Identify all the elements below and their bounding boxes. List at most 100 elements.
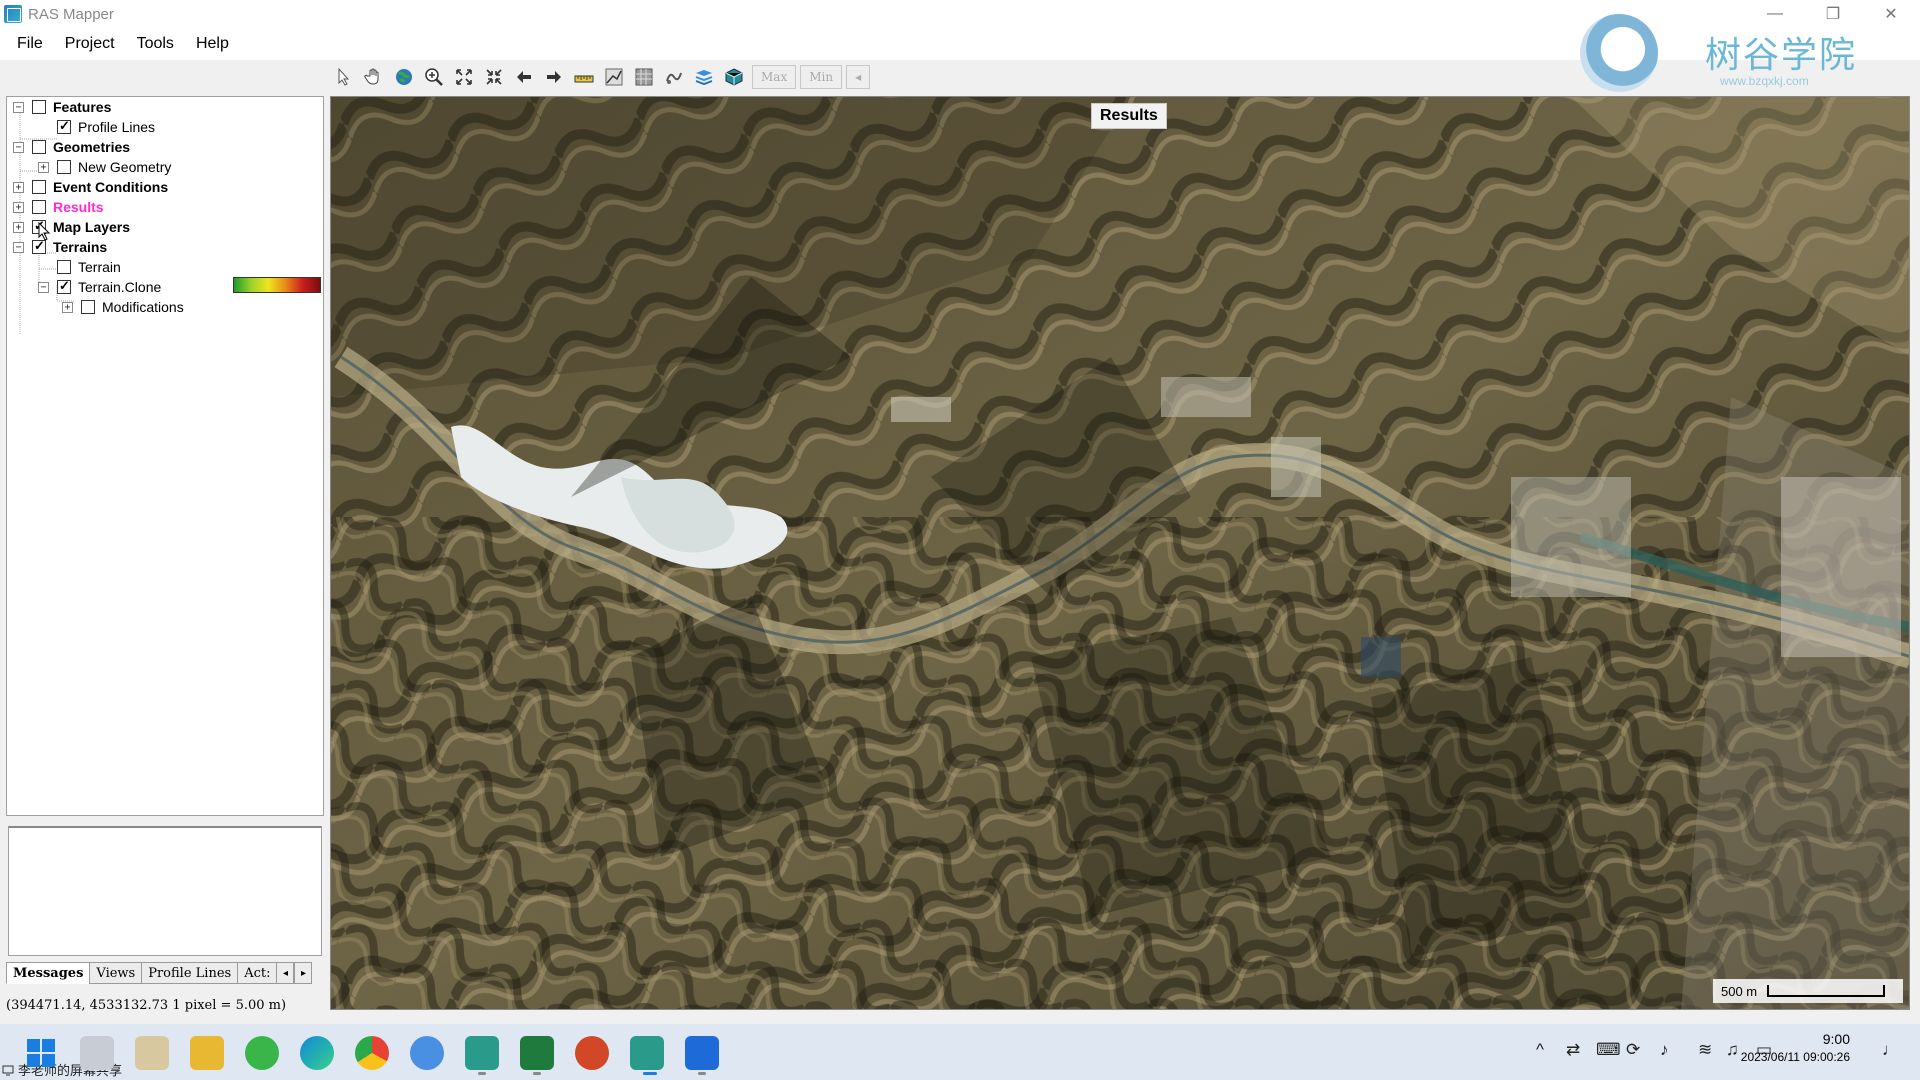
layer-row-terrains[interactable]: − Terrains: [13, 237, 107, 257]
ras-mapper-taskbar-icon[interactable]: [685, 1036, 719, 1070]
layer-checkbox-new-geometry[interactable]: [57, 160, 71, 174]
expand-toggle[interactable]: +: [62, 301, 73, 313]
hec-ras-2-icon[interactable]: [630, 1036, 664, 1070]
chrome-browser-icon[interactable]: [355, 1036, 389, 1070]
ras-mapper-app-icon: [4, 5, 22, 23]
tab-scroll-right-button[interactable]: ▸: [294, 962, 313, 984]
layer-label-terrain: Terrain: [78, 259, 121, 275]
layer-row-features[interactable]: − Features: [13, 97, 111, 117]
mouse-cursor-icon: [38, 222, 51, 241]
logo-globe-icon: [1580, 14, 1658, 92]
scale-label: 500 m: [1721, 983, 1758, 999]
tool-app-icon[interactable]: [135, 1036, 169, 1070]
tray-refresh-icon[interactable]: ⟳: [1626, 1040, 1640, 1060]
collapse-toggle[interactable]: −: [38, 281, 49, 293]
file-explorer-icon[interactable]: [190, 1036, 224, 1070]
layer-label-modifications: Modifications: [102, 299, 184, 315]
tab-messages[interactable]: Messages: [6, 962, 91, 984]
messages-output-box[interactable]: [8, 826, 322, 956]
layer-row-modifications[interactable]: + Modifications: [62, 297, 184, 317]
tab-profile-lines[interactable]: Profile Lines: [141, 962, 239, 984]
layer-label-terrain-clone: Terrain.Clone: [78, 279, 162, 295]
tray-mic-icon[interactable]: ♪: [1660, 1040, 1669, 1060]
globe-icon[interactable]: [390, 63, 418, 91]
full-extent-icon[interactable]: [480, 63, 508, 91]
menu-project[interactable]: Project: [54, 31, 126, 57]
menu-file[interactable]: File: [6, 31, 54, 57]
tray-overflow-icon[interactable]: ^: [1536, 1040, 1544, 1060]
layer-checkbox-geometries[interactable]: [32, 140, 46, 154]
task-view-icon[interactable]: [80, 1036, 114, 1070]
map-view[interactable]: Results 500 m: [330, 96, 1910, 1010]
profile-icon[interactable]: [600, 63, 628, 91]
zoom-extent-icon[interactable]: [450, 63, 478, 91]
powerpoint-icon[interactable]: [575, 1036, 609, 1070]
layer-checkbox-event-conditions[interactable]: [32, 180, 46, 194]
tab-views[interactable]: Views: [89, 962, 143, 984]
layer-checkbox-features[interactable]: [32, 100, 46, 114]
layer-checkbox-terrains[interactable]: [32, 238, 46, 254]
results-map-label: Results: [1091, 103, 1167, 129]
tab-scroll-left-button[interactable]: ◂: [276, 962, 295, 984]
layer-tree-panel: − Features Profile Lines − Geometries + …: [6, 96, 324, 816]
tab-act[interactable]: Act:: [237, 962, 278, 984]
max-button[interactable]: Max: [752, 65, 797, 89]
menu-tools[interactable]: Tools: [126, 31, 185, 57]
expand-toggle[interactable]: +: [13, 201, 24, 213]
layer-label-features: Features: [53, 99, 112, 115]
layer-row-geometries[interactable]: − Geometries: [13, 137, 130, 157]
expand-toggle[interactable]: +: [13, 181, 24, 193]
scale-bar-graphic: [1767, 985, 1886, 997]
3d-icon[interactable]: [720, 63, 748, 91]
tray-notification-icon[interactable]: ♩: [1882, 1040, 1899, 1060]
collapse-toggle[interactable]: −: [13, 101, 24, 113]
clock-date: 2023/06/11 09:00:26: [1740, 1050, 1850, 1064]
expand-toggle[interactable]: +: [38, 161, 49, 173]
windows-start-icon[interactable]: [24, 1036, 58, 1070]
layer-row-terrain-clone[interactable]: − Terrain.Clone: [38, 277, 161, 297]
browser-green-icon[interactable]: [245, 1036, 279, 1070]
excel-icon[interactable]: [520, 1036, 554, 1070]
select-arrow-icon[interactable]: [330, 63, 358, 91]
forward-arrow-icon[interactable]: [540, 63, 568, 91]
zoom-in-icon[interactable]: [420, 63, 448, 91]
layer-row-profile-lines[interactable]: Profile Lines: [57, 117, 155, 137]
layer-checkbox-modifications[interactable]: [81, 300, 95, 314]
tray-wifi-icon[interactable]: ≋: [1698, 1040, 1712, 1060]
tray-volume-icon[interactable]: ♫: [1726, 1040, 1739, 1060]
layer-row-map-layers[interactable]: + Map Layers: [13, 217, 130, 237]
layer-row-event-conditions[interactable]: + Event Conditions: [13, 177, 168, 197]
running-indicator: [478, 1072, 486, 1075]
pan-hand-icon[interactable]: [360, 63, 388, 91]
toolbar-more-button[interactable]: ◂: [846, 65, 871, 89]
edge-browser-icon[interactable]: [300, 1036, 334, 1070]
layer-row-new-geometry[interactable]: + New Geometry: [38, 157, 171, 177]
collapse-toggle[interactable]: −: [13, 241, 24, 253]
logo-text: 树谷学院: [1705, 35, 1858, 76]
tray-sync-icon[interactable]: ⇄: [1566, 1040, 1580, 1060]
layer-label-profile-lines: Profile Lines: [78, 119, 156, 135]
back-arrow-icon[interactable]: [510, 63, 538, 91]
layer-checkbox-profile-lines[interactable]: [57, 118, 71, 134]
measure-icon[interactable]: [570, 63, 598, 91]
collapse-toggle[interactable]: −: [13, 141, 24, 153]
cloud-app-icon[interactable]: [410, 1036, 444, 1070]
tray-input-icon[interactable]: ⌨: [1596, 1040, 1621, 1060]
hec-ras-icon[interactable]: [465, 1036, 499, 1070]
min-button[interactable]: Min: [800, 65, 843, 89]
grid-icon[interactable]: [630, 63, 658, 91]
expand-toggle[interactable]: +: [13, 221, 24, 233]
layers-icon[interactable]: [690, 63, 718, 91]
bottom-tabs: Messages Views Profile Lines Act: ◂ ▸: [6, 962, 313, 984]
menu-help[interactable]: Help: [185, 31, 240, 57]
layer-row-terrain[interactable]: Terrain: [57, 257, 121, 277]
plot-icon[interactable]: [660, 63, 688, 91]
layer-checkbox-terrain-clone[interactable]: [57, 278, 71, 294]
taskbar-clock[interactable]: 9:00 2023/06/11 09:00:26: [1741, 1030, 1850, 1066]
terrain-color-ramp[interactable]: [233, 277, 321, 293]
scale-bar: 500 m: [1713, 979, 1903, 1003]
layer-label-results: Results: [53, 199, 104, 215]
layer-checkbox-terrain[interactable]: [57, 260, 71, 274]
layer-checkbox-results[interactable]: [32, 200, 46, 214]
layer-row-results[interactable]: + Results: [13, 197, 104, 217]
